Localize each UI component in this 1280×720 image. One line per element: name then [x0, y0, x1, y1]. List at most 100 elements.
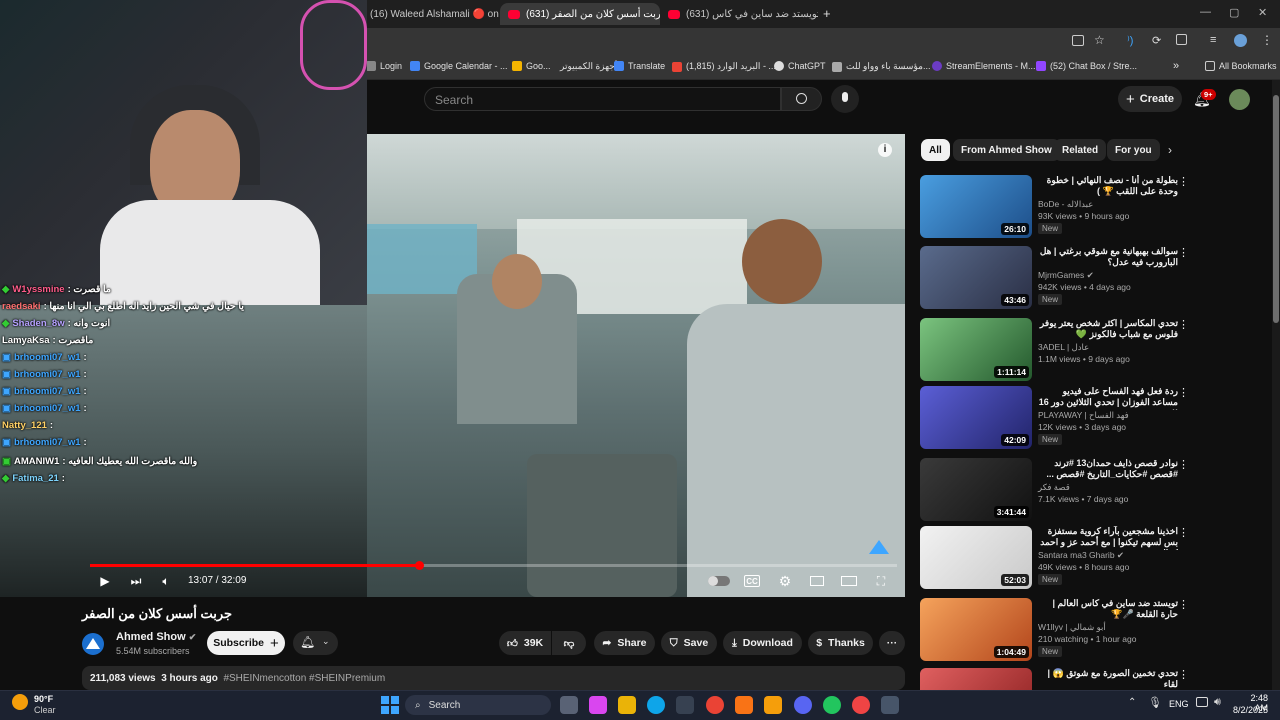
- voice-search-button[interactable]: [831, 85, 859, 113]
- video-thumbnail[interactable]: 26:10: [920, 175, 1032, 238]
- recommended-video[interactable]: تحدي تخمين الصورة مع شوتق 😱 | لقاء ⋮: [920, 668, 1190, 690]
- bookmark-chatgpt[interactable]: ChatGPT: [774, 61, 826, 71]
- bookmark-gmail[interactable]: (1,815) البريد الوارد - ...: [672, 61, 776, 72]
- microphone-icon[interactable]: 🎙︎: [1148, 696, 1162, 709]
- rec-channel[interactable]: PLAYAWAY | فهد الفساح: [1038, 410, 1129, 421]
- progress-scrubber[interactable]: [415, 561, 424, 570]
- more-options-icon[interactable]: ⋮: [1178, 386, 1189, 399]
- tray-overflow-icon[interactable]: ⌃: [1128, 697, 1136, 708]
- settings-gear-icon[interactable]: ⚙︎: [776, 573, 794, 589]
- bookmark-translate[interactable]: Translate: [614, 61, 665, 71]
- autoplay-toggle[interactable]: [708, 576, 730, 586]
- tab-waleed[interactable]: (16) Waleed Alshamali 🔴 on X ✕: [362, 3, 500, 25]
- rec-title[interactable]: تحدي المكاسر | اكثر شخص يعتر يوفر فلوس م…: [1038, 318, 1178, 340]
- info-icon[interactable]: i: [878, 143, 892, 157]
- bookmark-google-calendar[interactable]: Google Calendar - ...: [410, 61, 508, 71]
- create-button[interactable]: + Create: [1118, 86, 1182, 112]
- volume-icon[interactable]: 🔈︎: [157, 573, 175, 589]
- tab-twisted-video[interactable]: (631) تويستد ضد ساين في كاس ✕: [660, 3, 818, 25]
- app-icon[interactable]: [764, 696, 782, 714]
- subscribe-button[interactable]: Subscribe +: [207, 631, 285, 655]
- video-thumbnail[interactable]: 1:04:49: [920, 598, 1032, 661]
- account-avatar[interactable]: [1229, 89, 1250, 110]
- bookmark-chatbox[interactable]: (52) Chat Box / Stre...: [1036, 61, 1137, 71]
- play-button[interactable]: ▶: [96, 573, 114, 589]
- chip-all[interactable]: All: [921, 139, 950, 161]
- more-actions-button[interactable]: ···: [879, 631, 905, 655]
- file-explorer-icon[interactable]: [618, 696, 636, 714]
- tab-current-video[interactable]: (631) جربت أسس كلان من الصفر ✕: [500, 3, 660, 25]
- copilot-icon[interactable]: [589, 696, 607, 714]
- rec-channel[interactable]: MjrmGames ✔: [1038, 270, 1094, 281]
- weather-temp[interactable]: 90°F: [34, 694, 53, 704]
- notification-bell-button[interactable]: 🔔︎ ⌄: [293, 631, 338, 655]
- taskbar-search[interactable]: ⌕ Search: [405, 695, 551, 715]
- store-icon[interactable]: [676, 696, 694, 714]
- chrome-icon[interactable]: [706, 696, 724, 714]
- volume-icon[interactable]: 🔊︎: [1214, 696, 1221, 709]
- hashtags[interactable]: #SHEINmencotton #SHEINPremium: [223, 673, 385, 684]
- all-bookmarks[interactable]: All Bookmarks: [1205, 61, 1277, 71]
- network-icon[interactable]: [1196, 697, 1208, 707]
- rec-channel[interactable]: W1llyv | أبو شمالي: [1038, 622, 1106, 633]
- maximize-button[interactable]: ▢: [1229, 6, 1239, 19]
- save-button[interactable]: ⛉ Save: [661, 631, 717, 655]
- rec-title[interactable]: ردة فعل فهد الفساح على فيديو مساعد الفوز…: [1038, 386, 1178, 410]
- rec-title[interactable]: نوادر قصص ذايف حمدان13 #ترند #قصص #حكايا…: [1038, 458, 1178, 480]
- bookmark-google-drive[interactable]: Goo...: [512, 61, 551, 71]
- rec-channel[interactable]: Santara ma3 Gharib ✔: [1038, 550, 1124, 561]
- rec-title[interactable]: بطولة من أنا - نصف النهائي | خطوة وحدة ع…: [1038, 175, 1178, 197]
- rec-channel[interactable]: قصة فكر: [1038, 482, 1070, 493]
- miniplayer-icon[interactable]: [808, 573, 826, 589]
- reading-list-icon[interactable]: ≡: [1210, 34, 1216, 46]
- thanks-button[interactable]: $ Thanks: [808, 631, 873, 655]
- scrollbar-thumb[interactable]: [1273, 95, 1279, 323]
- obs-icon[interactable]: [735, 696, 753, 714]
- chrome-profile-icon[interactable]: [823, 696, 841, 714]
- recommended-video[interactable]: 26:10 بطولة من أنا - نصف النهائي | خطوة …: [920, 175, 1190, 241]
- description-box[interactable]: 211,083 views 3 hours ago #SHEINmencotto…: [82, 666, 905, 690]
- bookmarks-overflow[interactable]: »: [1173, 60, 1179, 72]
- more-options-icon[interactable]: ⋮: [1178, 598, 1189, 611]
- recommended-video[interactable]: 1:11:14 تحدي المكاسر | اكثر شخص يعتر يوف…: [920, 318, 1190, 384]
- video-thumbnail[interactable]: 52:03: [920, 526, 1032, 589]
- bookmark-computers[interactable]: أجهزة الكمبيوتر: [560, 61, 617, 72]
- chip-related[interactable]: Related: [1054, 139, 1107, 161]
- edge-icon[interactable]: [647, 696, 665, 714]
- chrome-canary-icon[interactable]: [852, 696, 870, 714]
- channel-avatar[interactable]: [82, 633, 104, 655]
- video-thumbnail[interactable]: 3:41:44: [920, 458, 1032, 521]
- captions-button[interactable]: CC: [744, 575, 760, 587]
- start-menu-icon[interactable]: [381, 696, 399, 714]
- like-button[interactable]: 👍︎ 39K: [499, 631, 551, 655]
- browser-menu-icon[interactable]: ⋮: [1261, 33, 1273, 47]
- rec-title[interactable]: تحدي تخمين الصورة مع شوتق 😱 | لقاء: [1038, 668, 1178, 690]
- language-indicator[interactable]: ENG: [1169, 699, 1189, 709]
- video-thumbnail[interactable]: 43:46: [920, 246, 1032, 309]
- recommended-video[interactable]: 42:09 ردة فعل فهد الفساح على فيديو مساعد…: [920, 386, 1190, 452]
- more-options-icon[interactable]: ⋮: [1178, 318, 1189, 331]
- puzzle-icon[interactable]: [1176, 34, 1187, 45]
- close-window-button[interactable]: ✕: [1258, 6, 1267, 19]
- chip-for-you[interactable]: For you: [1107, 139, 1160, 161]
- rec-title[interactable]: تويستد ضد ساين في كاس العالم | حارة القل…: [1038, 598, 1178, 620]
- extension-icon[interactable]: ⁾): [1127, 34, 1133, 47]
- more-options-icon[interactable]: ⋮: [1178, 175, 1189, 188]
- rec-channel[interactable]: 3ADEL | عادل: [1038, 342, 1089, 353]
- profile-avatar[interactable]: [1234, 34, 1247, 47]
- chevron-right-icon[interactable]: ›: [1168, 143, 1172, 157]
- more-options-icon[interactable]: ⋮: [1178, 526, 1189, 539]
- reload-extension-icon[interactable]: ⟳: [1152, 34, 1161, 47]
- next-button[interactable]: ⏭︎: [127, 573, 145, 589]
- dislike-button[interactable]: 👎︎: [552, 631, 586, 655]
- video-thumbnail[interactable]: [920, 668, 1032, 690]
- recommended-video[interactable]: 3:41:44 نوادر قصص ذايف حمدان13 #ترند #قص…: [920, 458, 1190, 524]
- more-options-icon[interactable]: ⋮: [1178, 668, 1189, 681]
- more-options-icon[interactable]: ⋮: [1178, 246, 1189, 259]
- channel-name[interactable]: Ahmed Show ✔: [116, 631, 196, 643]
- theater-mode-icon[interactable]: [840, 573, 858, 589]
- video-thumbnail[interactable]: 1:11:14: [920, 318, 1032, 381]
- rec-title[interactable]: سوالف بهبهانية مع شوقي برغتي | هل البارو…: [1038, 246, 1178, 268]
- channel-watermark-icon[interactable]: [869, 540, 889, 554]
- cast-icon[interactable]: [1072, 35, 1084, 46]
